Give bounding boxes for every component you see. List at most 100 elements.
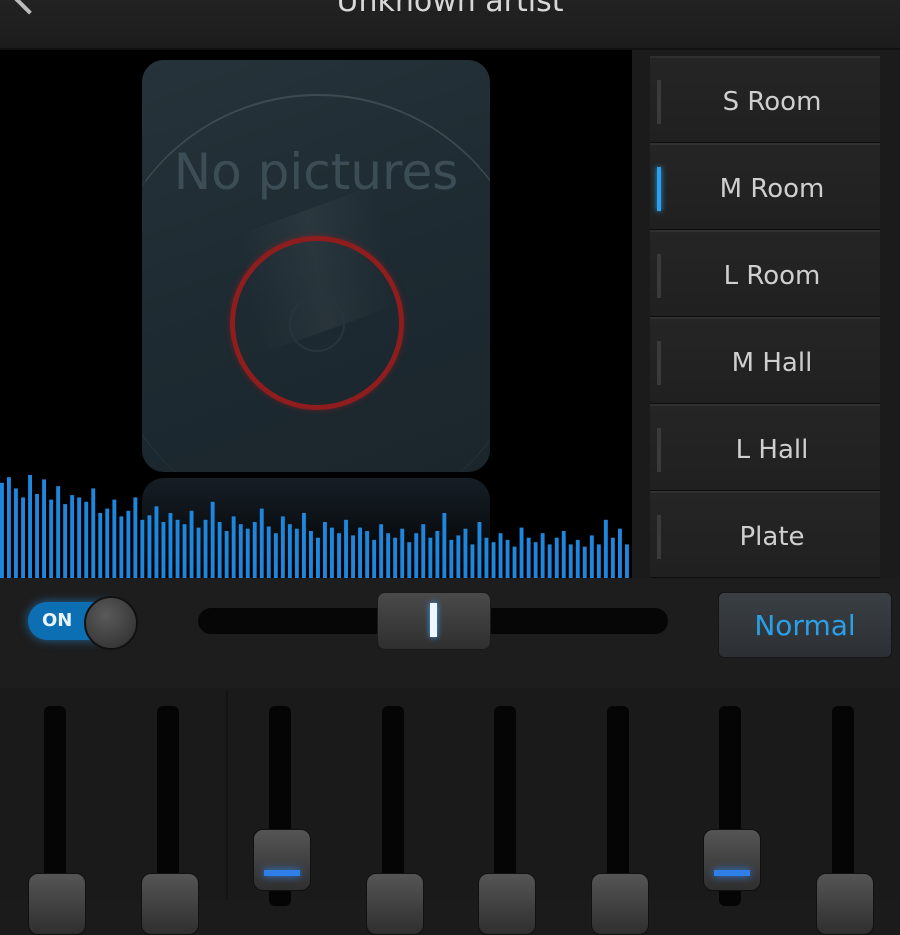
visualizer-bar <box>252 522 257 578</box>
album-art-placeholder: No pictures <box>142 60 490 472</box>
visualizer-bar <box>519 527 524 578</box>
preset-indicator-bar <box>657 80 661 124</box>
eq-band <box>113 688 225 935</box>
visualizer-bar <box>330 527 334 578</box>
toggle-label: ON <box>42 610 73 631</box>
visualizer-bar <box>372 539 377 578</box>
visualizer-bar <box>273 533 278 578</box>
visualizer-bar <box>49 499 54 578</box>
mode-button[interactable]: Normal <box>718 592 892 658</box>
visualizer-bar <box>505 539 510 578</box>
eq-band-thumb[interactable] <box>253 829 311 891</box>
preset-item[interactable]: M Room <box>650 143 880 231</box>
balance-slider[interactable] <box>198 592 668 650</box>
eq-band <box>0 688 112 935</box>
visualizer-bar <box>112 499 117 578</box>
preset-label: L Room <box>723 261 821 291</box>
visualizer-bar <box>379 524 384 578</box>
visualizer-bar <box>568 544 573 578</box>
visualizer-bar <box>463 528 468 578</box>
visualizer-bar <box>168 513 173 578</box>
preset-item[interactable]: S Room <box>650 56 880 144</box>
visualizer-bar <box>309 531 313 578</box>
equalizer-panel <box>0 688 900 935</box>
toggle-knob[interactable] <box>84 596 138 650</box>
album-art-panel: No pictures <box>0 50 632 578</box>
visualizer-bar <box>196 527 201 578</box>
preset-label: L Hall <box>735 435 809 465</box>
visualizer-bar <box>533 542 538 578</box>
visualizer-bar <box>400 528 405 578</box>
visualizer-bar <box>428 537 433 578</box>
eq-band-thumb[interactable] <box>703 829 761 891</box>
visualizer-bar <box>625 544 629 578</box>
preset-item[interactable]: M Hall <box>650 317 880 405</box>
eq-band-thumb[interactable] <box>365 873 424 935</box>
eq-band-thumb[interactable] <box>28 873 86 935</box>
visualizer-bar <box>435 531 440 578</box>
visualizer-bar <box>287 524 292 578</box>
reverb-preset-list: S Room M Room L Room M Hall L Hall Plate <box>650 48 880 579</box>
visualizer-bar <box>351 535 355 578</box>
visualizer-bar <box>302 513 306 578</box>
visualizer-bar <box>449 539 454 578</box>
visualizer-bar <box>210 501 215 578</box>
visualizer-bar <box>596 544 601 578</box>
visualizer-bar <box>63 504 68 578</box>
visualizer-bar <box>7 477 11 578</box>
visualizer-bar <box>540 533 545 578</box>
visualizer-bar <box>358 527 362 578</box>
preset-item[interactable]: L Hall <box>650 404 880 492</box>
balance-thumb-marker <box>430 603 437 637</box>
eq-band <box>225 688 337 906</box>
preset-item[interactable]: L Room <box>650 230 880 318</box>
visualizer-bar <box>393 537 398 578</box>
visualizer-bar <box>189 510 194 578</box>
visualizer-bar <box>70 495 75 578</box>
visualizer-bar <box>28 475 32 578</box>
eq-band <box>450 688 562 935</box>
eq-band-thumb[interactable] <box>815 873 874 935</box>
eq-thumb-highlight <box>264 870 300 876</box>
visualizer-bar <box>470 544 475 578</box>
visualizer-bar <box>618 528 622 578</box>
eq-band-thumb[interactable] <box>140 873 199 935</box>
visualizer-bar <box>266 526 271 578</box>
eq-band-thumb[interactable] <box>478 873 536 935</box>
eq-band-thumb[interactable] <box>590 873 649 935</box>
visualizer-bar <box>414 533 419 578</box>
visualizer-bar <box>603 519 608 578</box>
visualizer-bar <box>231 516 236 578</box>
effect-toggle[interactable]: ON <box>28 596 138 650</box>
preset-item[interactable]: Plate <box>650 491 880 579</box>
preset-label: M Room <box>719 174 825 204</box>
eq-band <box>788 688 900 935</box>
visualizer-bar <box>337 533 341 578</box>
visualizer-bar <box>512 546 517 578</box>
visualizer-bar <box>386 533 391 578</box>
preset-indicator-bar <box>657 254 661 298</box>
visualizer-bar <box>98 513 103 578</box>
eq-divider <box>226 690 228 900</box>
visualizer-bar <box>126 510 131 578</box>
preset-label: Plate <box>739 522 805 552</box>
visualizer-bar <box>91 488 96 578</box>
eq-band <box>338 688 450 935</box>
visualizer-bar <box>421 524 426 578</box>
visualizer-bar <box>280 516 285 578</box>
preset-label: M Hall <box>731 348 813 378</box>
visualizer-bar <box>498 533 503 578</box>
visualizer-bar <box>365 531 370 578</box>
visualizer-bar <box>238 524 243 578</box>
visualizer-bar <box>203 519 208 578</box>
visualizer-bar <box>491 542 496 578</box>
visualizer-bar <box>154 506 159 578</box>
balance-slider-thumb[interactable] <box>377 592 491 650</box>
visualizer-bar <box>610 537 615 578</box>
visualizer-bar <box>344 519 348 578</box>
visualizer-bar <box>182 524 187 578</box>
visualizer-bar <box>224 531 229 578</box>
visualizer-bar <box>14 488 18 578</box>
visualizer-bar <box>259 508 264 578</box>
audio-visualizer <box>0 475 629 578</box>
